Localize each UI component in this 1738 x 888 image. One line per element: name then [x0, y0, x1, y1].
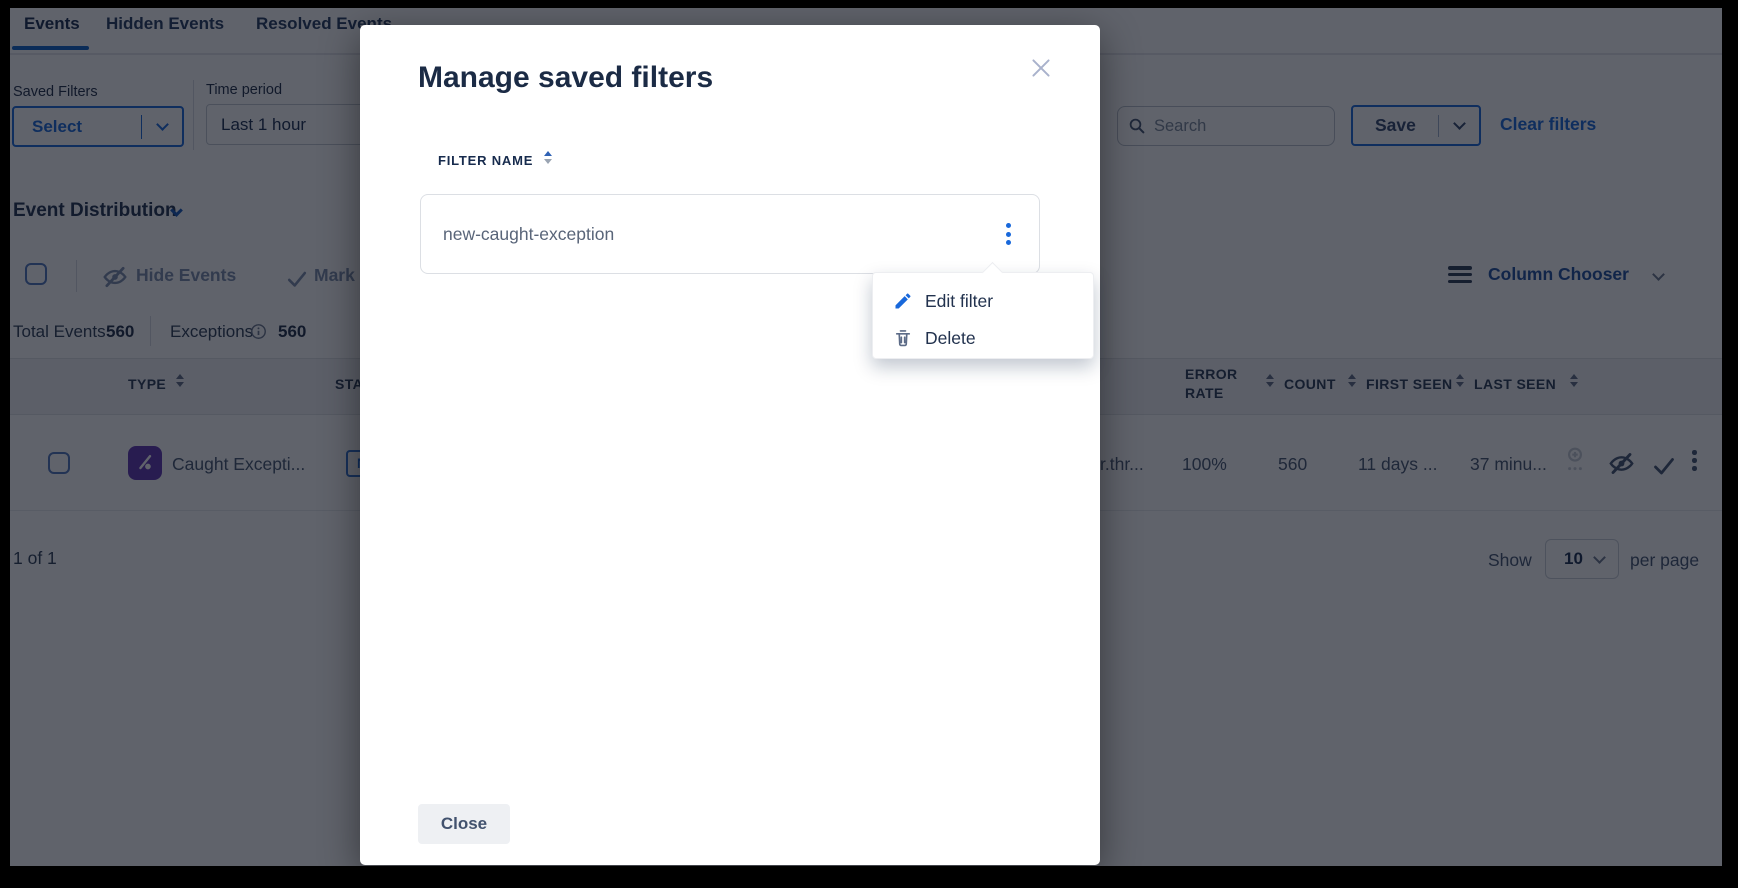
screenshot-frame: Events Hidden Events Resolved Events Sav… [0, 0, 1738, 888]
modal-close-button[interactable] [1024, 51, 1058, 85]
menu-item-label: Delete [925, 328, 976, 349]
trash-icon [893, 328, 913, 348]
menu-item-delete[interactable]: Delete [873, 320, 1095, 356]
menu-item-edit-filter[interactable]: Edit filter [873, 283, 1095, 319]
menu-item-label: Edit filter [925, 291, 993, 312]
filter-kebab-menu-icon[interactable] [1006, 223, 1011, 245]
saved-filter-row: new-caught-exception [420, 194, 1040, 274]
modal-close-footer-button[interactable]: Close [418, 804, 510, 844]
filter-actions-menu: Edit filter Delete [872, 272, 1094, 359]
sort-icon[interactable] [544, 151, 552, 164]
modal-title: Manage saved filters [418, 61, 713, 95]
pencil-icon [893, 291, 913, 311]
filter-name-column-header[interactable]: FILTER NAME [438, 153, 533, 168]
manage-saved-filters-modal: Manage saved filters FILTER NAME new-cau… [360, 25, 1100, 865]
saved-filter-name: new-caught-exception [443, 224, 1006, 245]
close-icon [1028, 55, 1054, 81]
